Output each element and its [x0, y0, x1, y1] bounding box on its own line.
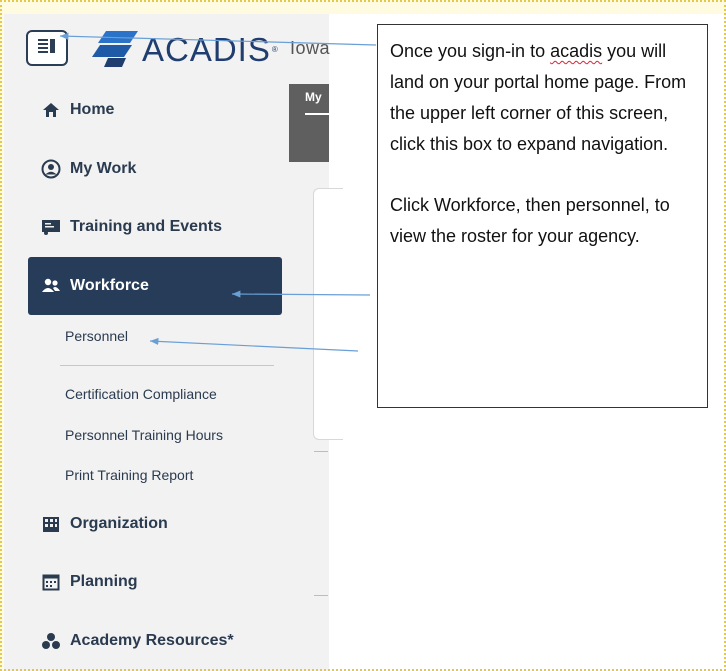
sidebar-subitem-personnel[interactable]: Personnel [65, 328, 128, 344]
acadis-logo[interactable]: ACADIS ® [92, 26, 278, 72]
menu-toggle-button[interactable] [26, 30, 68, 66]
instruction-callout: Once you sign-in to acadis you will land… [377, 24, 708, 408]
sidebar-item-label: Home [70, 101, 115, 118]
callout-paragraph-2: Click Workforce, then personnel, to view… [390, 195, 670, 246]
divider [314, 595, 328, 596]
submenu-divider [60, 365, 274, 366]
sidebar-item-my-work[interactable]: My Work [28, 140, 282, 198]
sidebar-item-home[interactable]: Home [28, 81, 282, 139]
acadis-logo-mark-icon [92, 31, 138, 67]
sidebar-item-label: Organization [70, 515, 168, 532]
sidebar-item-label: Workforce [70, 277, 149, 294]
users-icon [40, 275, 62, 297]
building-icon [40, 513, 62, 535]
presentation-icon [40, 216, 62, 238]
sidebar-item-training-and-events[interactable]: Training and Events [28, 198, 282, 256]
sidebar-item-label: Academy Resources* [70, 632, 234, 649]
menu-toggle-icon [37, 37, 57, 60]
logo-text: ACADIS [142, 30, 271, 68]
sidebar-item-organization[interactable]: Organization [28, 495, 282, 553]
cubes-icon [40, 630, 62, 652]
callout-paragraph-1: Once you sign-in to acadis you will land… [390, 36, 697, 160]
tab-my[interactable]: My [305, 90, 322, 104]
sidebar-subitem-personnel-training-hours[interactable]: Personnel Training Hours [65, 427, 223, 443]
tab-underline [305, 113, 329, 115]
home-icon [40, 99, 62, 121]
sidebar-subitem-print-training-report[interactable]: Print Training Report [65, 467, 193, 483]
callout-spellcheck-word: acadis [550, 41, 603, 61]
content-card [313, 188, 343, 440]
calendar-icon [40, 571, 62, 593]
site-label: Iowa [290, 38, 331, 58]
sidebar-item-label: Training and Events [70, 218, 223, 235]
sidebar-item-label: Planning [70, 573, 138, 590]
logo-registered-mark: ® [271, 44, 278, 54]
sidebar-item-academy-resources[interactable]: Academy Resources* [28, 612, 282, 670]
callout-text: Once you sign-in to [390, 41, 551, 61]
sidebar-item-planning[interactable]: Planning [28, 553, 282, 611]
divider [314, 451, 328, 452]
sidebar-subitem-certification-compliance[interactable]: Certification Compliance [65, 386, 217, 402]
user-circle-icon [40, 158, 62, 180]
sidebar-item-label: My Work [70, 160, 137, 177]
sidebar-item-workforce[interactable]: Workforce [28, 257, 282, 315]
